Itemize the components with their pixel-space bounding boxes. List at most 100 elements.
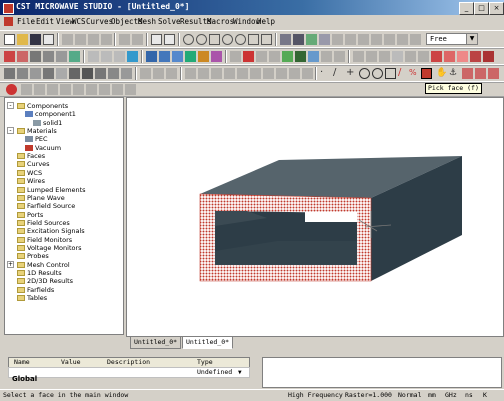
export-icon[interactable] (483, 51, 494, 62)
menu-curves[interactable]: Curves (86, 17, 113, 26)
boolean-subtract-icon[interactable] (101, 51, 112, 62)
pan-icon[interactable] (209, 34, 220, 45)
menu-wcs[interactable]: WCS (72, 17, 86, 26)
tree-item[interactable]: Excitation Signals (8, 227, 85, 235)
align-icon[interactable] (185, 68, 196, 79)
menu-help[interactable]: Help (257, 17, 275, 26)
sphere-shape-icon[interactable] (17, 68, 28, 79)
menu-macros[interactable]: Macros (207, 17, 234, 26)
play-icon[interactable] (379, 51, 390, 62)
tree-item[interactable]: solid1 (24, 119, 62, 127)
pick-options-icon[interactable] (488, 68, 499, 79)
tree-item[interactable]: Lumped Elements (8, 186, 86, 194)
tree-item[interactable]: component1 (16, 110, 76, 118)
tree-item[interactable]: Tables (8, 294, 47, 302)
frequency-icon[interactable] (211, 51, 222, 62)
bottom-view-icon[interactable] (397, 34, 408, 45)
tree-item[interactable]: 2D/3D Results (8, 277, 73, 285)
pick-line-icon[interactable]: / (398, 68, 409, 79)
tab-untitled-1[interactable]: Untitled_0* (130, 336, 182, 349)
tree-item[interactable]: + Mesh Control (7, 260, 70, 269)
tree-item[interactable]: 1D Results (8, 269, 62, 277)
table-icon[interactable] (470, 51, 481, 62)
tree-item[interactable]: Field Monitors (8, 236, 72, 244)
minimize-button[interactable]: _ (459, 2, 474, 15)
boolean-add-icon[interactable] (88, 51, 99, 62)
tree-item[interactable]: PEC (16, 135, 48, 143)
paste-icon[interactable] (88, 34, 99, 45)
main-3d-viewport[interactable] (126, 97, 504, 337)
measure-icon[interactable] (418, 51, 429, 62)
boundary-icon[interactable] (185, 51, 196, 62)
tree-item[interactable]: Ports (8, 211, 43, 219)
tree-item[interactable]: Voltage Monitors (8, 244, 82, 252)
pick-edge-center-icon[interactable]: + (346, 68, 357, 79)
scale-icon[interactable] (211, 68, 222, 79)
tree-item[interactable]: Wires (8, 177, 45, 185)
sphere-icon[interactable] (17, 51, 28, 62)
draw-icon[interactable] (4, 68, 15, 79)
port-icon[interactable] (198, 51, 209, 62)
col-value[interactable]: Value (61, 358, 81, 367)
help-icon[interactable] (164, 34, 175, 45)
tree-item[interactable]: Vacuum (16, 144, 61, 152)
zoom-in-icon[interactable] (235, 34, 246, 45)
rotate-object-icon[interactable] (237, 68, 248, 79)
zoom-icon[interactable] (222, 34, 233, 45)
left-view-icon[interactable] (358, 34, 369, 45)
pick-edge-icon[interactable]: / (333, 68, 344, 79)
pick-percent-icon[interactable]: % (409, 68, 420, 79)
curve-spline-icon[interactable] (60, 84, 71, 95)
collapse-icon[interactable]: - (7, 127, 14, 135)
cursor-icon[interactable] (392, 51, 403, 62)
info-icon[interactable] (405, 51, 416, 62)
open-folder-icon[interactable] (17, 34, 28, 45)
translate-icon[interactable] (224, 68, 235, 79)
grid-icon[interactable] (321, 51, 332, 62)
shaded-icon[interactable] (306, 34, 317, 45)
ungroup-icon[interactable] (263, 68, 274, 79)
history-icon[interactable] (151, 34, 162, 45)
curve-delete-icon[interactable] (125, 84, 136, 95)
sweep-icon[interactable] (95, 68, 106, 79)
curve-circle-icon[interactable] (6, 84, 17, 95)
group-icon[interactable] (250, 68, 261, 79)
chamfer-icon[interactable] (153, 68, 164, 79)
cone-icon[interactable] (43, 51, 54, 62)
wcs-icon[interactable] (243, 51, 254, 62)
curve-line-icon[interactable] (21, 84, 32, 95)
transform-icon[interactable] (127, 51, 138, 62)
expand-icon[interactable]: + (7, 260, 14, 268)
tree-item[interactable]: Probes (8, 252, 49, 260)
col-type[interactable]: Type (197, 358, 213, 367)
top-view-icon[interactable] (384, 34, 395, 45)
wireframe-icon[interactable] (293, 34, 304, 45)
wcs-move-icon[interactable] (256, 51, 267, 62)
rotate-shape-icon[interactable] (69, 68, 80, 79)
curve-rect-icon[interactable] (73, 84, 84, 95)
torus-shape-icon[interactable] (43, 68, 54, 79)
mirror-icon[interactable] (198, 68, 209, 79)
right-view-icon[interactable] (371, 34, 382, 45)
col-description[interactable]: Description (107, 358, 150, 367)
curve-polygon-icon[interactable] (47, 84, 58, 95)
delete-icon[interactable] (101, 34, 112, 45)
menu-edit[interactable]: Edit (36, 17, 54, 26)
pick-circle-icon[interactable] (359, 68, 370, 79)
global-wcs-icon[interactable] (308, 51, 319, 62)
record-icon[interactable] (366, 51, 377, 62)
mode-select[interactable]: Free ▼ (426, 33, 478, 45)
tree-item[interactable]: Farfield Source (8, 202, 75, 210)
local-wcs-icon[interactable] (295, 51, 306, 62)
wcs-rotate-icon[interactable] (269, 51, 280, 62)
tab-untitled-2-active[interactable]: Untitled_0* (182, 336, 234, 349)
hide-icon[interactable] (276, 68, 287, 79)
clear-picks-icon[interactable] (462, 68, 473, 79)
trim-icon[interactable] (121, 68, 132, 79)
save-icon[interactable] (30, 34, 41, 45)
redo-icon[interactable] (132, 34, 143, 45)
perspective-icon[interactable] (410, 34, 421, 45)
iso-view-icon[interactable] (319, 34, 330, 45)
curve-arc-icon[interactable] (34, 84, 45, 95)
back-view-icon[interactable] (345, 34, 356, 45)
